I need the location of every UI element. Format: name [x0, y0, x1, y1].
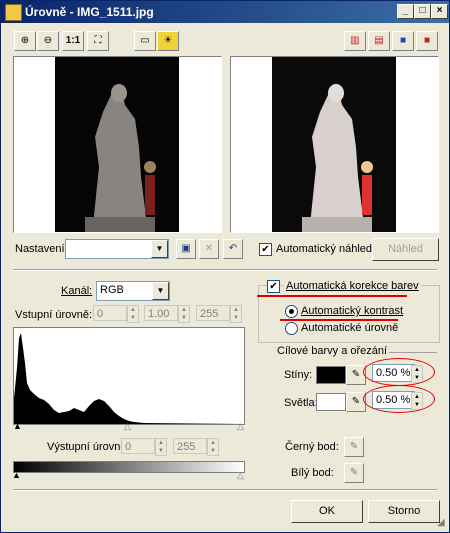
black-point-button[interactable]: ✎: [344, 437, 364, 457]
input-gamma-field[interactable]: 1.00: [144, 305, 178, 321]
divider: [389, 352, 437, 353]
black-point-label: Černý bod:: [285, 441, 339, 453]
eyedropper-icon: ✎: [351, 369, 361, 380]
single-view-button[interactable]: ■: [392, 31, 414, 51]
channel-label: Kanál:: [61, 285, 93, 297]
sun-icon: ☀: [163, 35, 173, 46]
histogram-graph: [14, 333, 244, 424]
undo-icon: ↶: [228, 243, 238, 254]
eyedropper-icon: ✎: [349, 441, 359, 452]
histogram: [13, 327, 245, 425]
divider: [13, 489, 437, 491]
output-black-field[interactable]: 0: [121, 438, 155, 454]
output-white-spinner[interactable]: ▲ ▼: [207, 438, 219, 456]
cancel-button[interactable]: Storno: [368, 500, 440, 523]
window-title: Úrovně - IMG_1511.jpg: [25, 5, 154, 19]
title-bar: Úrovně - IMG_1511.jpg _ □ ×: [1, 1, 449, 23]
zoom-out-button[interactable]: ⊖: [37, 31, 59, 51]
preview-result[interactable]: [230, 56, 439, 233]
annotation-circle: [363, 358, 435, 386]
image-icon: ▭: [140, 35, 150, 46]
zoom-in-button[interactable]: ⊕: [14, 31, 36, 51]
input-black-spinner[interactable]: ▲ ▼: [127, 305, 139, 323]
single-view-icon: ■: [399, 35, 407, 46]
channel-dropdown[interactable]: RGB ▼: [96, 281, 170, 301]
auto-levels-label: Automatické úrovně: [301, 322, 399, 334]
white-point-button[interactable]: ✎: [344, 463, 364, 483]
output-white-field[interactable]: 255: [173, 438, 207, 454]
annotation-underline: [257, 295, 407, 297]
split-vertical-icon: ▥: [350, 35, 360, 46]
split-horizontal-icon: ▤: [374, 35, 384, 46]
input-white-field[interactable]: 255: [196, 305, 230, 321]
original-view-icon: ■: [423, 35, 431, 46]
highlights-label: Světla:: [284, 397, 318, 409]
input-white-slider[interactable]: △: [237, 421, 244, 432]
annotation-circle: [363, 385, 435, 413]
preview-source-button[interactable]: ▭: [134, 31, 156, 51]
app-icon: [5, 4, 22, 21]
save-settings-button[interactable]: ▣: [176, 239, 196, 259]
eyedropper-icon: ✎: [349, 467, 359, 478]
result-image-graphic: [272, 57, 396, 232]
annotation-underline: [280, 319, 398, 321]
shadows-label: Stíny:: [284, 369, 313, 381]
preview-button[interactable]: Náhled: [372, 238, 439, 261]
resize-grip-icon[interactable]: ◢: [437, 517, 445, 528]
input-black-slider[interactable]: ▲: [13, 421, 22, 431]
output-white-slider[interactable]: △: [237, 470, 244, 481]
minimize-button[interactable]: _: [397, 4, 414, 19]
settings-dropdown[interactable]: ▼: [65, 239, 169, 259]
auto-color-checkbox[interactable]: ✔: [267, 280, 280, 293]
delete-icon: ✕: [204, 243, 214, 254]
input-gamma-slider[interactable]: △: [124, 421, 131, 432]
split-horizontal-button[interactable]: ▤: [368, 31, 390, 51]
input-levels-label: Vstupní úrovně:: [15, 309, 93, 321]
close-button[interactable]: ×: [431, 4, 448, 19]
chevron-down-icon[interactable]: ▼: [151, 240, 168, 258]
levels-dialog: Úrovně - IMG_1511.jpg _ □ × ⊕ ⊖ 1:1 ⛶ ▭ …: [0, 0, 450, 533]
original-image: [55, 57, 179, 232]
original-image-graphic: [55, 57, 179, 232]
input-white-spinner[interactable]: ▲ ▼: [230, 305, 242, 323]
fit-window-icon: ⛶: [94, 35, 102, 46]
original-view-button[interactable]: ■: [416, 31, 438, 51]
channel-value: RGB: [100, 284, 124, 296]
auto-preview-label: Automatický náhled: [276, 243, 372, 255]
zoom-in-icon: ⊕: [20, 35, 30, 46]
auto-contrast-label: Automatický kontrast: [301, 305, 404, 317]
auto-preview-checkbox[interactable]: ✔: [259, 243, 272, 256]
shadows-color-swatch[interactable]: [316, 366, 346, 384]
maximize-button[interactable]: □: [414, 4, 431, 19]
auto-contrast-radio[interactable]: [285, 305, 298, 318]
output-gradient: [13, 461, 245, 473]
output-black-slider[interactable]: ▲: [12, 470, 21, 480]
auto-levels-radio[interactable]: [285, 322, 298, 335]
output-levels-label: Výstupní úrovně:: [47, 441, 130, 453]
input-gamma-spinner[interactable]: ▲ ▼: [178, 305, 190, 323]
save-icon: ▣: [181, 243, 191, 254]
targets-group-label: Cílové barvy a ořezání: [277, 345, 388, 357]
settings-label: Nastavení:: [15, 243, 68, 255]
chevron-down-icon[interactable]: ▼: [152, 282, 169, 300]
auto-color-label: Automatická korekce barev: [284, 280, 421, 292]
reset-button[interactable]: ↶: [223, 239, 243, 259]
preview-original[interactable]: [13, 56, 222, 233]
zoom-out-icon: ⊖: [43, 35, 53, 46]
ok-button[interactable]: OK: [291, 500, 363, 523]
highlights-color-swatch[interactable]: [316, 393, 346, 411]
zoom-actual-button[interactable]: 1:1: [62, 31, 84, 51]
delete-settings-button[interactable]: ✕: [199, 239, 219, 259]
split-vertical-button[interactable]: ▥: [344, 31, 366, 51]
fit-window-button[interactable]: ⛶: [87, 31, 109, 51]
result-image: [272, 57, 396, 232]
output-black-spinner[interactable]: ▲ ▼: [155, 438, 167, 456]
divider: [13, 269, 437, 271]
eyedropper-icon: ✎: [351, 396, 361, 407]
highlight-button[interactable]: ☀: [157, 31, 179, 51]
white-point-label: Bílý bod:: [291, 467, 334, 479]
input-black-field[interactable]: 0: [93, 305, 127, 321]
